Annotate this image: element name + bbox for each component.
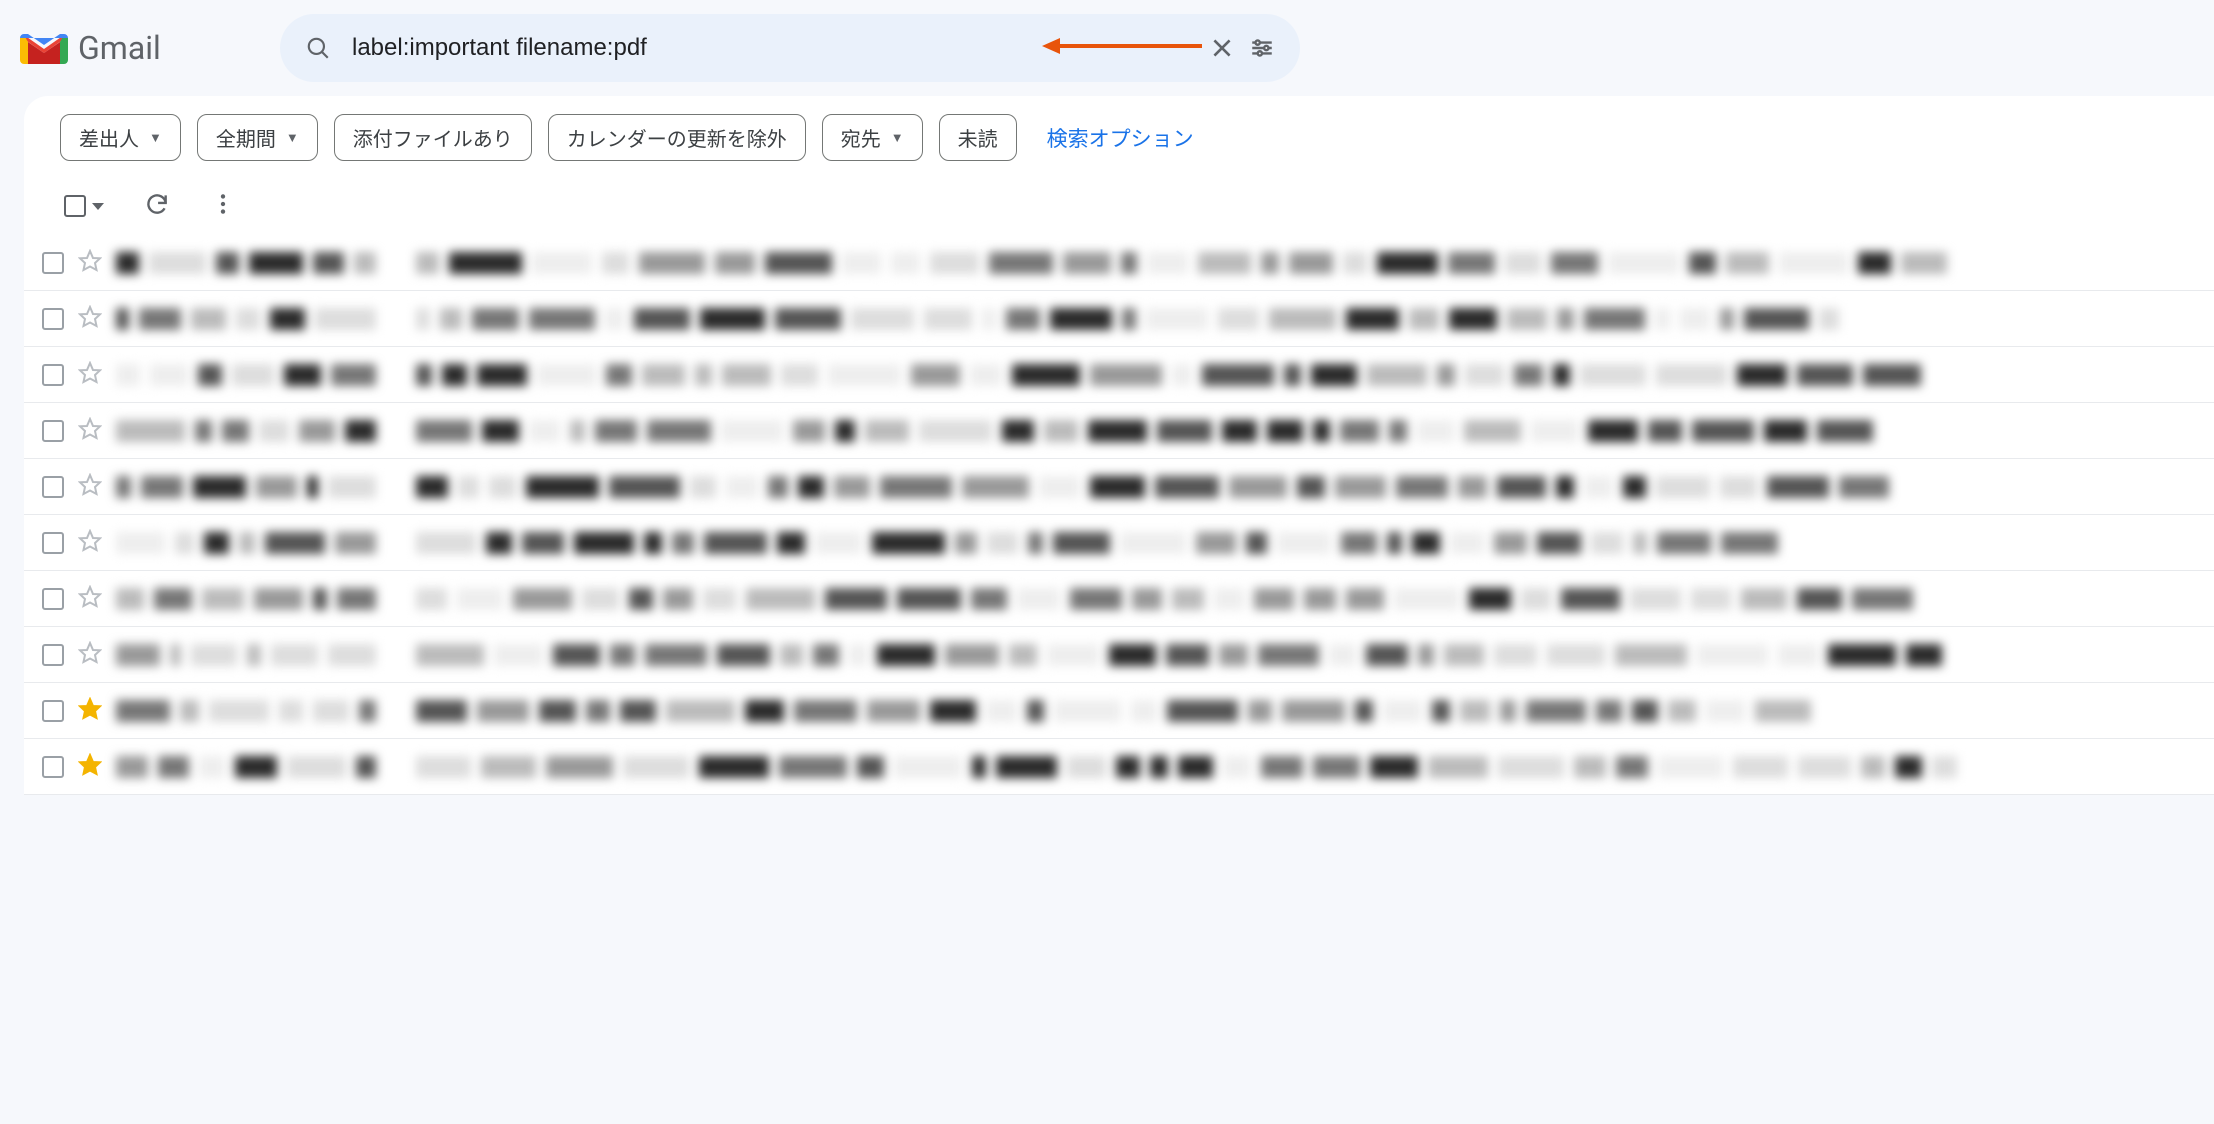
email-sender-redacted	[116, 420, 376, 442]
search-options-icon[interactable]	[1242, 28, 1282, 68]
email-row[interactable]	[24, 515, 2214, 571]
row-checkbox[interactable]	[42, 252, 64, 274]
email-row[interactable]	[24, 571, 2214, 627]
email-list	[24, 235, 2214, 795]
email-row[interactable]	[24, 683, 2214, 739]
gmail-logo-icon	[20, 28, 68, 68]
filter-time[interactable]: 全期間 ▼	[197, 114, 318, 161]
email-subject-redacted	[416, 252, 2202, 274]
advanced-search-link[interactable]: 検索オプション	[1047, 123, 1194, 153]
chevron-down-icon: ▼	[891, 130, 904, 146]
email-subject-redacted	[416, 364, 2202, 386]
email-subject-redacted	[416, 420, 2202, 442]
filter-exclude-calendar-label: カレンダーの更新を除外	[567, 123, 787, 152]
email-row[interactable]	[24, 627, 2214, 683]
star-icon[interactable]	[78, 361, 102, 389]
row-checkbox[interactable]	[42, 700, 64, 722]
email-subject-redacted	[416, 756, 2202, 778]
email-row[interactable]	[24, 403, 2214, 459]
filter-exclude-calendar[interactable]: カレンダーの更新を除外	[548, 114, 806, 161]
filter-has-attachment[interactable]: 添付ファイルあり	[334, 114, 532, 161]
email-sender-redacted	[116, 644, 376, 666]
chevron-down-icon[interactable]	[92, 203, 104, 210]
search-box[interactable]	[280, 14, 1300, 82]
email-sender-redacted	[116, 476, 376, 498]
star-icon[interactable]	[78, 641, 102, 669]
email-row[interactable]	[24, 235, 2214, 291]
email-sender-redacted	[116, 588, 376, 610]
checkbox-icon[interactable]	[64, 195, 86, 217]
star-icon[interactable]	[78, 529, 102, 557]
row-checkbox[interactable]	[42, 644, 64, 666]
email-subject-redacted	[416, 588, 2202, 610]
email-sender-redacted	[116, 252, 376, 274]
filter-unread-label: 未読	[958, 123, 998, 152]
star-icon[interactable]	[78, 585, 102, 613]
filter-from[interactable]: 差出人 ▼	[60, 114, 181, 161]
filter-to-label: 宛先	[841, 123, 881, 152]
clear-search-icon[interactable]	[1202, 28, 1242, 68]
filter-from-label: 差出人	[79, 123, 139, 152]
filter-unread[interactable]: 未読	[939, 114, 1017, 161]
row-checkbox[interactable]	[42, 364, 64, 386]
annotation-arrow-icon	[1042, 34, 1202, 62]
header: Gmail	[0, 0, 2214, 96]
row-checkbox[interactable]	[42, 308, 64, 330]
app-name: Gmail	[78, 29, 161, 67]
toolbar	[24, 179, 2214, 235]
email-sender-redacted	[116, 364, 376, 386]
row-checkbox[interactable]	[42, 476, 64, 498]
row-checkbox[interactable]	[42, 756, 64, 778]
email-sender-redacted	[116, 700, 376, 722]
filter-has-attachment-label: 添付ファイルあり	[353, 123, 513, 152]
filter-bar: 差出人 ▼ 全期間 ▼ 添付ファイルあり カレンダーの更新を除外 宛先 ▼ 未読…	[24, 96, 2214, 179]
email-subject-redacted	[416, 476, 2202, 498]
refresh-icon[interactable]	[144, 191, 170, 221]
filter-to[interactable]: 宛先 ▼	[822, 114, 923, 161]
email-subject-redacted	[416, 644, 2202, 666]
star-icon[interactable]	[78, 697, 102, 725]
search-icon[interactable]	[298, 28, 338, 68]
row-checkbox[interactable]	[42, 420, 64, 442]
row-checkbox[interactable]	[42, 532, 64, 554]
star-icon[interactable]	[78, 753, 102, 781]
star-icon[interactable]	[78, 249, 102, 277]
search-input[interactable]	[338, 34, 1012, 62]
filter-time-label: 全期間	[216, 123, 276, 152]
email-subject-redacted	[416, 308, 2202, 330]
chevron-down-icon: ▼	[286, 130, 299, 146]
select-all[interactable]	[64, 195, 104, 217]
email-subject-redacted	[416, 532, 2202, 554]
star-icon[interactable]	[78, 473, 102, 501]
email-row[interactable]	[24, 739, 2214, 795]
chevron-down-icon: ▼	[149, 130, 162, 146]
email-row[interactable]	[24, 347, 2214, 403]
email-sender-redacted	[116, 308, 376, 330]
email-sender-redacted	[116, 756, 376, 778]
star-icon[interactable]	[78, 305, 102, 333]
email-subject-redacted	[416, 700, 2202, 722]
more-icon[interactable]	[210, 191, 236, 221]
email-row[interactable]	[24, 291, 2214, 347]
email-sender-redacted	[116, 532, 376, 554]
star-icon[interactable]	[78, 417, 102, 445]
row-checkbox[interactable]	[42, 588, 64, 610]
email-row[interactable]	[24, 459, 2214, 515]
logo[interactable]: Gmail	[20, 28, 280, 68]
